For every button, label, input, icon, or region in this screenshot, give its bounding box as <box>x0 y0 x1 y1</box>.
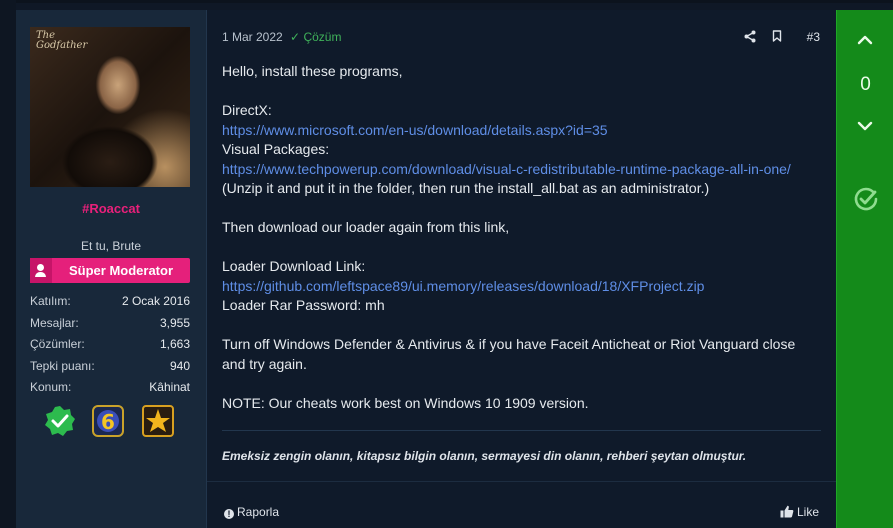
body-line: Then download our loader again from this… <box>222 219 510 235</box>
stat-label: Katılım: <box>30 294 71 308</box>
trophy-badges: 6 <box>44 405 204 439</box>
stat-label: Konum: <box>30 380 72 395</box>
body-line: DirectX: <box>222 102 272 118</box>
user-info-panel: The Godfather #Roaccat Et tu, Brute Süper… <box>16 10 207 528</box>
post-date[interactable]: 1 Mar 2022 <box>222 30 283 44</box>
alert-icon: ! <box>224 509 234 519</box>
avatar[interactable]: The Godfather <box>30 27 190 187</box>
stat-location: Konum: Kâhinat <box>30 378 190 400</box>
stat-value: 1,663 <box>159 337 190 352</box>
avatar-logo: The Godfather <box>36 30 88 51</box>
body-line: Hello, install these programs, <box>222 63 403 79</box>
share-icon[interactable] <box>744 30 756 43</box>
visual-packages-link[interactable]: https://www.techpowerup.com/download/vis… <box>222 161 791 177</box>
role-banner: Süper Moderator <box>30 258 190 283</box>
like-label: Like <box>796 505 819 519</box>
stat-label: Tepki puanı: <box>30 358 95 373</box>
stat-value: 940 <box>169 358 190 373</box>
report-label: Raporla <box>237 505 280 519</box>
verified-check-icon[interactable] <box>44 405 76 437</box>
svg-text:6: 6 <box>101 410 115 434</box>
body-line: NOTE: Our cheats work best on Windows 10… <box>222 394 589 411</box>
star-award-icon[interactable] <box>142 405 174 437</box>
stat-value[interactable]: Kâhinat <box>149 380 190 394</box>
stat-value: 2 Ocak 2016 <box>121 294 190 308</box>
downvote-chevron-icon[interactable] <box>855 116 875 136</box>
bookmark-icon[interactable] <box>772 30 782 42</box>
forum-post-frame: The Godfather #Roaccat Et tu, Brute Süper… <box>0 0 893 528</box>
signature-divider <box>222 430 821 431</box>
user-stats: Katılım: 2 Ocak 2016 Mesajlar: 3,955 Çöz… <box>30 292 190 400</box>
body-line: Turn off Windows Defender & Antivirus & … <box>222 336 796 352</box>
solution-label: Çözüm <box>303 30 342 44</box>
signature: Emeksiz zengin olanın, kitapsız bilgin o… <box>222 449 747 463</box>
directx-link[interactable]: https://www.microsoft.com/en-us/download… <box>222 122 608 138</box>
loader-download-link[interactable]: https://github.com/leftspace89/ui.memory… <box>222 278 704 294</box>
post-number[interactable]: #3 <box>807 30 820 44</box>
body-line: Loader Rar Password: mh <box>222 297 385 313</box>
stat-solutions: Çözümler: 1,663 <box>30 335 190 357</box>
stat-label: Çözümler: <box>30 337 85 352</box>
footer-divider <box>207 481 836 482</box>
vote-count: 0 <box>860 74 871 95</box>
stat-messages: Mesajlar: 3,955 <box>30 314 190 336</box>
post-content: 1 Mar 2022 ✓ Çözüm #3 Hello, install the… <box>207 10 836 528</box>
solution-badge: ✓ Çözüm <box>290 30 341 44</box>
body-line: (Unzip it and put it in the folder, then… <box>222 180 710 196</box>
user-icon <box>30 258 52 283</box>
top-divider <box>0 0 893 3</box>
body-line: and try again. <box>222 355 307 372</box>
thumbs-up-icon <box>780 505 794 518</box>
report-button[interactable]: ! Raporla <box>224 505 279 519</box>
user-title: Et tu, Brute <box>80 239 142 253</box>
post-body: Hello, install these programs, DirectX: … <box>222 62 822 413</box>
username[interactable]: #Roaccat <box>16 201 206 216</box>
body-line: Loader Download Link: <box>222 258 366 274</box>
body-line: Visual Packages: <box>222 141 330 157</box>
role-label: Süper Moderator <box>68 263 173 278</box>
left-gutter <box>0 0 16 528</box>
upvote-chevron-icon[interactable] <box>855 30 875 50</box>
stat-reactions: Tepki puanı: 940 <box>30 357 190 379</box>
stat-label: Mesajlar: <box>30 315 79 330</box>
check-circle-icon: ✓ <box>290 30 301 44</box>
stat-value[interactable]: 3,955 <box>160 316 190 330</box>
vote-panel: 0 <box>836 10 893 528</box>
post-meta: 1 Mar 2022 ✓ Çözüm <box>222 30 341 44</box>
stat-joined: Katılım: 2 Ocak 2016 <box>30 292 190 314</box>
like-button[interactable]: Like <box>780 505 819 519</box>
six-medal-icon[interactable]: 6 <box>92 405 124 437</box>
solution-check-icon[interactable] <box>853 186 879 212</box>
